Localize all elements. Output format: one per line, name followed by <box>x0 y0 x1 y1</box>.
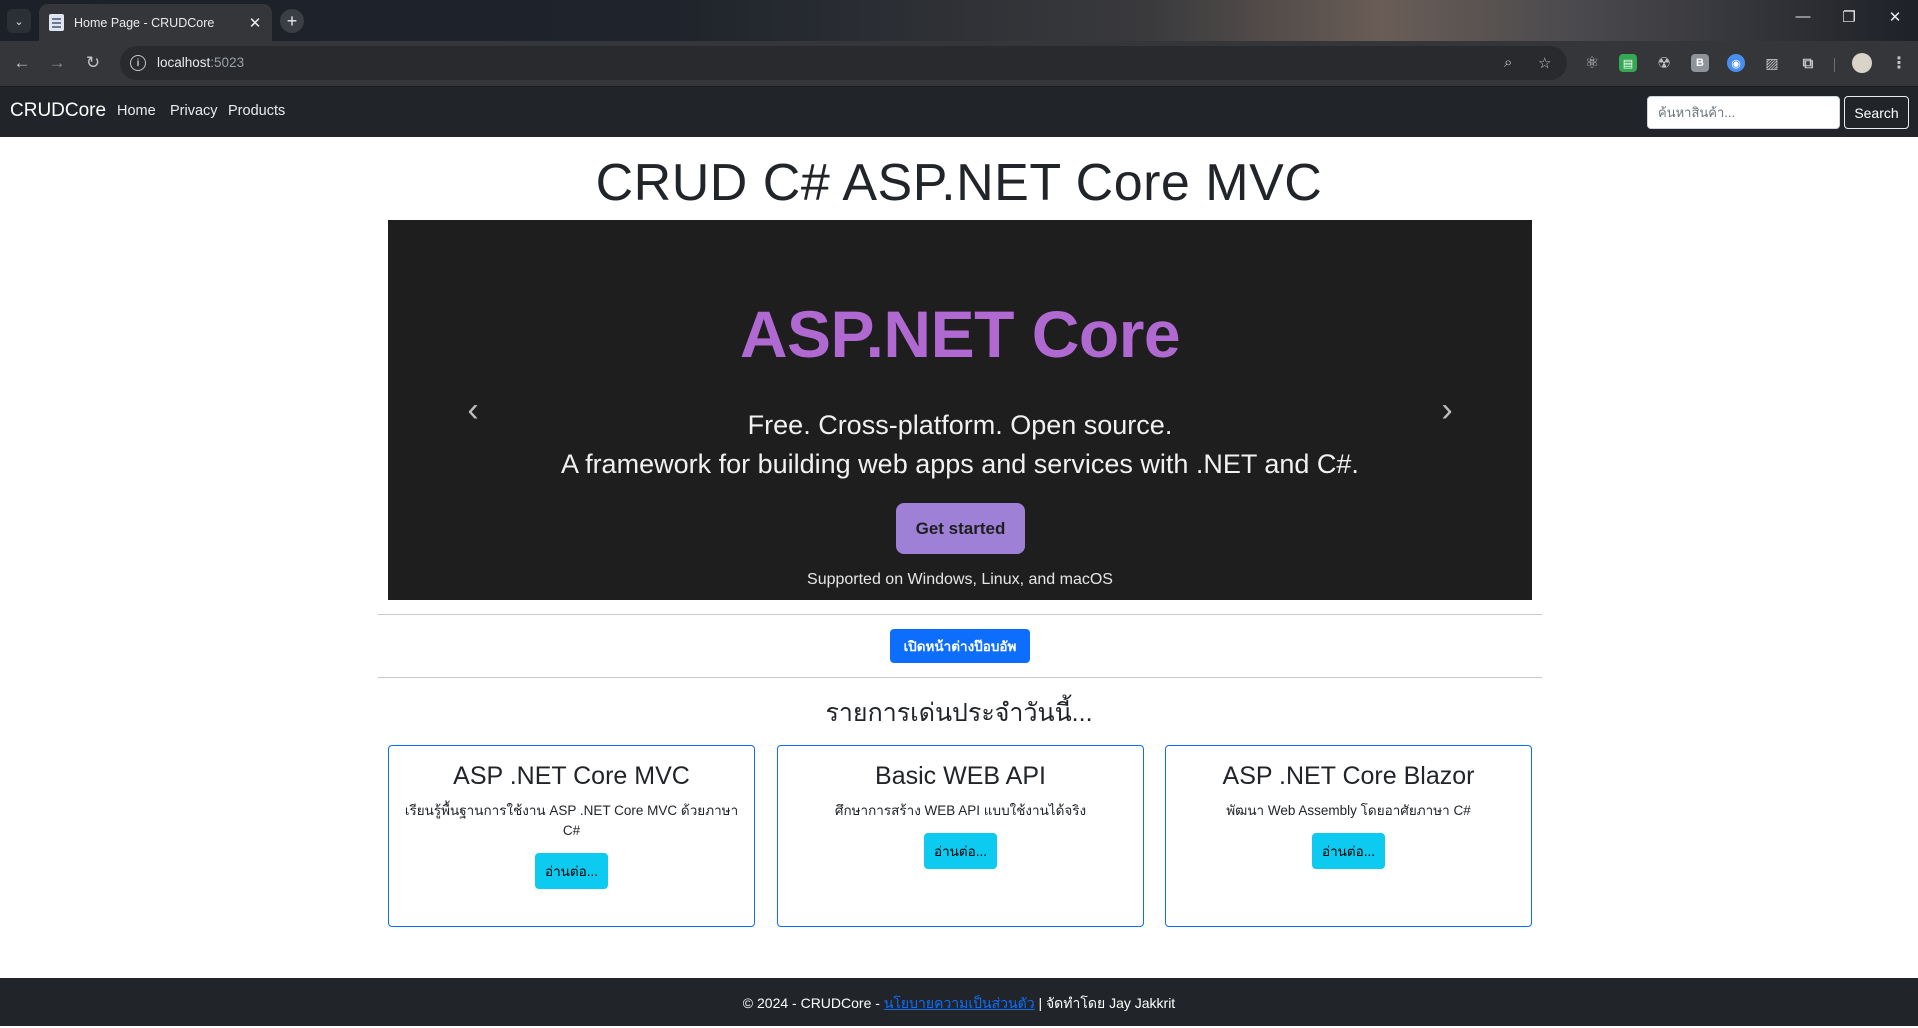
image-extension-icon[interactable]: ▨ <box>1763 54 1781 72</box>
product-search-input[interactable] <box>1647 96 1840 129</box>
card-title: ASP .NET Core Blazor <box>1222 762 1475 790</box>
tab-search-icon[interactable]: ⌄ <box>7 9 31 33</box>
site-navbar: CRUDCore Home Privacy Products Search <box>0 86 1918 137</box>
forward-icon[interactable]: → <box>45 51 69 75</box>
footer-credit: | จัดทำโดย Jay Jakkrit <box>1034 995 1176 1011</box>
new-tab-button[interactable]: + <box>280 9 304 33</box>
card-title: Basic WEB API <box>875 762 1046 790</box>
carousel-support-text: Supported on Windows, Linux, and macOS <box>807 571 1113 588</box>
card-text: ศึกษาการสร้าง WEB API แบบใช้งานได้จริง <box>834 803 1087 818</box>
carousel-next-icon[interactable]: › <box>1432 390 1462 430</box>
carousel-prev-icon[interactable]: ‹ <box>458 390 488 430</box>
card-text: พัฒนา Web Assembly โดยอาศัยภาษา C# <box>1226 803 1471 818</box>
reload-icon[interactable]: ↻ <box>81 51 105 75</box>
get-started-button[interactable]: Get started <box>896 503 1025 554</box>
extension-icon[interactable]: ☢ <box>1655 54 1673 72</box>
puzzle-extensions-icon[interactable]: ⧉ <box>1799 54 1817 72</box>
zoom-icon[interactable]: ⌕ <box>1504 54 1512 71</box>
card-aspnet-mvc: ASP .NET Core MVC เรียนรู้พื้นฐานการใช้ง… <box>388 745 755 927</box>
toolbar-divider <box>1834 58 1835 72</box>
carousel-tagline-1: Free. Cross-platform. Open source. <box>747 410 1173 440</box>
close-window-icon[interactable]: ✕ <box>1880 8 1910 26</box>
document-icon <box>49 14 64 31</box>
url-port: :5023 <box>210 55 245 70</box>
card-basic-web-api: Basic WEB API ศึกษาการสร้าง WEB API แบบใ… <box>777 745 1144 927</box>
card-aspnet-blazor: ASP .NET Core Blazor พัฒนา Web Assembly … <box>1165 745 1532 927</box>
divider-bottom <box>378 677 1542 678</box>
circle-extension-icon[interactable]: ◉ <box>1727 54 1745 72</box>
footer-copyright: © 2024 - CRUDCore - <box>742 995 884 1011</box>
site-footer: © 2024 - CRUDCore - นโยบายความเป็นส่วนตั… <box>0 978 1918 1026</box>
card-text: เรียนรู้พื้นฐานการใช้งาน ASP .NET Core M… <box>404 803 739 838</box>
site-info-icon[interactable]: i <box>130 55 146 71</box>
aspnet-core-logo: ASP.NET Core <box>739 297 1181 371</box>
back-icon[interactable]: ← <box>10 51 34 75</box>
nav-link-privacy[interactable]: Privacy <box>170 103 218 119</box>
read-more-button[interactable]: อ่านต่อ... <box>923 833 998 869</box>
card-title: ASP .NET Core MVC <box>453 762 690 790</box>
close-icon[interactable]: ✕ <box>244 14 266 32</box>
tab-title: Home Page - CRUDCore <box>74 15 215 30</box>
divider-top <box>378 614 1542 615</box>
nav-link-products[interactable]: Products <box>228 103 285 119</box>
search-button[interactable]: Search <box>1844 96 1909 129</box>
read-more-button[interactable]: อ่านต่อ... <box>534 853 609 889</box>
navbar-brand[interactable]: CRUDCore <box>10 100 106 122</box>
browser-toolbar: ← → ↻ i localhost:5023 ⌕ ☆ ⚛ ▤ ☢ B ◉ ▨ ⧉… <box>0 41 1918 86</box>
profile-avatar[interactable] <box>1852 53 1872 73</box>
react-extension-icon[interactable]: ⚛ <box>1583 54 1601 72</box>
b-extension-icon[interactable]: B <box>1691 54 1709 72</box>
carousel-tagline-2: A framework for building web apps and se… <box>561 449 1359 479</box>
minimize-icon[interactable]: — <box>1788 8 1818 25</box>
browser-tabstrip: ⌄ Home Page - CRUDCore ✕ + — ❐ ✕ <box>0 0 1918 41</box>
url-host: localhost <box>157 55 211 70</box>
read-more-button[interactable]: อ่านต่อ... <box>1311 833 1386 869</box>
browser-tab[interactable]: Home Page - CRUDCore ✕ <box>39 4 272 41</box>
bookmark-star-icon[interactable]: ☆ <box>1538 54 1551 72</box>
address-bar[interactable]: i localhost:5023 ⌕ ☆ <box>120 46 1567 80</box>
page-title: CRUD C# ASP.NET Core MVC <box>595 154 1323 212</box>
hero-carousel: ASP.NET Core Free. Cross-platform. Open … <box>388 220 1532 600</box>
privacy-policy-link[interactable]: นโยบายความเป็นส่วนตัว <box>884 995 1035 1011</box>
featured-section-title: รายการเด่นประจำวันนี้... <box>825 699 1093 727</box>
restore-icon[interactable]: ❐ <box>1834 8 1864 26</box>
nav-link-home[interactable]: Home <box>117 103 156 119</box>
menu-kebab-icon[interactable]: ⋮ <box>1890 54 1908 72</box>
url-text[interactable]: localhost:5023 <box>157 55 244 70</box>
sheets-extension-icon[interactable]: ▤ <box>1619 54 1637 72</box>
open-popup-button[interactable]: เปิดหน้าต่างป๊อบอัพ <box>890 629 1030 663</box>
